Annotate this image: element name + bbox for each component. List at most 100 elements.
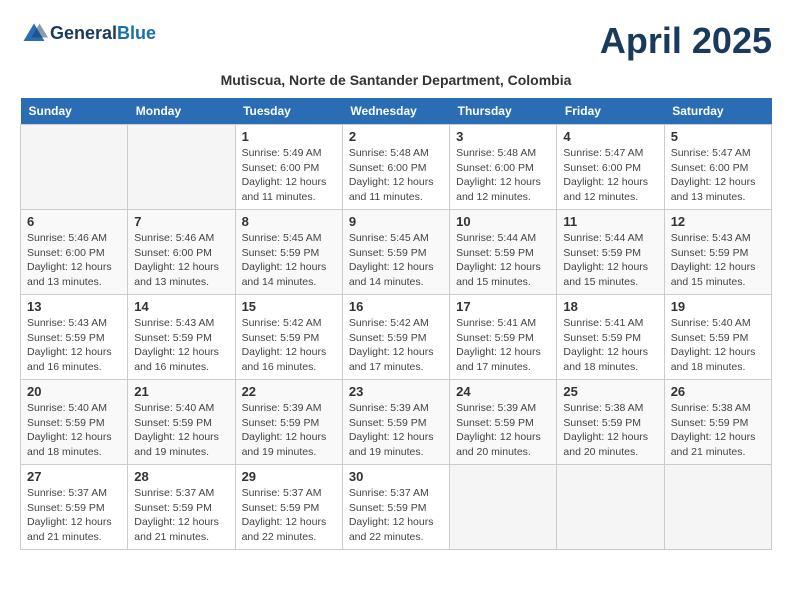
- month-title: April 2025: [600, 20, 772, 62]
- calendar-cell: 2 Sunrise: 5:48 AM Sunset: 6:00 PM Daylig…: [342, 125, 449, 210]
- day-number: 23: [349, 384, 443, 399]
- day-info: Sunrise: 5:48 AM Sunset: 6:00 PM Dayligh…: [456, 146, 550, 205]
- day-info: Sunrise: 5:47 AM Sunset: 6:00 PM Dayligh…: [563, 146, 657, 205]
- day-number: 20: [27, 384, 121, 399]
- day-info: Sunrise: 5:41 AM Sunset: 5:59 PM Dayligh…: [563, 316, 657, 375]
- calendar-cell: 13 Sunrise: 5:43 AM Sunset: 5:59 PM Dayli…: [21, 295, 128, 380]
- calendar-cell: 14 Sunrise: 5:43 AM Sunset: 5:59 PM Dayli…: [128, 295, 235, 380]
- day-header-thursday: Thursday: [450, 98, 557, 125]
- calendar-cell: 3 Sunrise: 5:48 AM Sunset: 6:00 PM Daylig…: [450, 125, 557, 210]
- calendar-cell: 20 Sunrise: 5:40 AM Sunset: 5:59 PM Dayli…: [21, 380, 128, 465]
- day-info: Sunrise: 5:46 AM Sunset: 6:00 PM Dayligh…: [27, 231, 121, 290]
- calendar-cell: 28 Sunrise: 5:37 AM Sunset: 5:59 PM Dayli…: [128, 465, 235, 550]
- day-header-monday: Monday: [128, 98, 235, 125]
- day-number: 22: [242, 384, 336, 399]
- day-info: Sunrise: 5:40 AM Sunset: 5:59 PM Dayligh…: [671, 316, 765, 375]
- day-number: 27: [27, 469, 121, 484]
- day-number: 11: [563, 214, 657, 229]
- calendar-cell: [557, 465, 664, 550]
- calendar-cell: [21, 125, 128, 210]
- calendar-cell: 16Sunrise: 5:42 AM Sunset: 5:59 PM Dayli…: [342, 295, 449, 380]
- calendar-cell: 11 Sunrise: 5:44 AM Sunset: 5:59 PM Dayli…: [557, 210, 664, 295]
- day-number: 14: [134, 299, 228, 314]
- day-info: Sunrise: 5:37 AM Sunset: 5:59 PM Dayligh…: [134, 486, 228, 545]
- day-number: 7: [134, 214, 228, 229]
- header: GeneralBlue April 2025: [20, 20, 772, 62]
- day-number: 28: [134, 469, 228, 484]
- day-number: 10: [456, 214, 550, 229]
- day-number: 12: [671, 214, 765, 229]
- day-info: Sunrise: 5:47 AM Sunset: 6:00 PM Dayligh…: [671, 146, 765, 205]
- calendar-cell: 8 Sunrise: 5:45 AM Sunset: 5:59 PM Daylig…: [235, 210, 342, 295]
- day-info: Sunrise: 5:39 AM Sunset: 5:59 PM Dayligh…: [242, 401, 336, 460]
- day-number: 26: [671, 384, 765, 399]
- day-number: 9: [349, 214, 443, 229]
- day-number: 1: [242, 129, 336, 144]
- day-number: 17: [456, 299, 550, 314]
- day-info: Sunrise: 5:45 AM Sunset: 5:59 PM Dayligh…: [349, 231, 443, 290]
- day-header-row: SundayMondayTuesdayWednesdayThursdayFrid…: [21, 98, 772, 125]
- day-info: Sunrise: 5:39 AM Sunset: 5:59 PM Dayligh…: [456, 401, 550, 460]
- day-info: Sunrise: 5:39 AM Sunset: 5:59 PM Dayligh…: [349, 401, 443, 460]
- week-row-4: 20 Sunrise: 5:40 AM Sunset: 5:59 PM Dayli…: [21, 380, 772, 465]
- calendar-cell: 15 Sunrise: 5:42 AM Sunset: 5:59 PM Dayli…: [235, 295, 342, 380]
- calendar-cell: 7 Sunrise: 5:46 AM Sunset: 6:00 PM Daylig…: [128, 210, 235, 295]
- day-number: 2: [349, 129, 443, 144]
- day-info: Sunrise: 5:42 AM Sunset: 5:59 PM Dayligh…: [242, 316, 336, 375]
- calendar-cell: 18 Sunrise: 5:41 AM Sunset: 5:59 PM Dayli…: [557, 295, 664, 380]
- day-number: 25: [563, 384, 657, 399]
- day-info: Sunrise: 5:45 AM Sunset: 5:59 PM Dayligh…: [242, 231, 336, 290]
- calendar-cell: 30Sunrise: 5:37 AM Sunset: 5:59 PM Dayli…: [342, 465, 449, 550]
- day-info: Sunrise: 5:43 AM Sunset: 5:59 PM Dayligh…: [671, 231, 765, 290]
- calendar-table: SundayMondayTuesdayWednesdayThursdayFrid…: [20, 98, 772, 550]
- logo-line1: GeneralBlue: [50, 23, 156, 45]
- day-info: Sunrise: 5:46 AM Sunset: 6:00 PM Dayligh…: [134, 231, 228, 290]
- day-header-friday: Friday: [557, 98, 664, 125]
- day-number: 8: [242, 214, 336, 229]
- day-info: Sunrise: 5:43 AM Sunset: 5:59 PM Dayligh…: [27, 316, 121, 375]
- calendar-cell: [664, 465, 771, 550]
- day-number: 6: [27, 214, 121, 229]
- day-number: 21: [134, 384, 228, 399]
- calendar-cell: 23 Sunrise: 5:39 AM Sunset: 5:59 PM Dayli…: [342, 380, 449, 465]
- calendar-cell: [450, 465, 557, 550]
- calendar-cell: 9 Sunrise: 5:45 AM Sunset: 5:59 PM Daylig…: [342, 210, 449, 295]
- day-info: Sunrise: 5:48 AM Sunset: 6:00 PM Dayligh…: [349, 146, 443, 205]
- day-info: Sunrise: 5:38 AM Sunset: 5:59 PM Dayligh…: [563, 401, 657, 460]
- week-row-1: 1Sunrise: 5:49 AM Sunset: 6:00 PM Daylig…: [21, 125, 772, 210]
- week-row-3: 13 Sunrise: 5:43 AM Sunset: 5:59 PM Dayli…: [21, 295, 772, 380]
- day-info: Sunrise: 5:44 AM Sunset: 5:59 PM Dayligh…: [456, 231, 550, 290]
- day-number: 29: [242, 469, 336, 484]
- day-number: 24: [456, 384, 550, 399]
- subtitle: Mutiscua, Norte de Santander Department,…: [20, 72, 772, 88]
- day-info: Sunrise: 5:41 AM Sunset: 5:59 PM Dayligh…: [456, 316, 550, 375]
- calendar-cell: 1Sunrise: 5:49 AM Sunset: 6:00 PM Daylig…: [235, 125, 342, 210]
- week-row-2: 6 Sunrise: 5:46 AM Sunset: 6:00 PM Daylig…: [21, 210, 772, 295]
- day-number: 15: [242, 299, 336, 314]
- day-number: 16: [349, 299, 443, 314]
- day-info: Sunrise: 5:40 AM Sunset: 5:59 PM Dayligh…: [27, 401, 121, 460]
- day-number: 4: [563, 129, 657, 144]
- day-header-tuesday: Tuesday: [235, 98, 342, 125]
- day-number: 3: [456, 129, 550, 144]
- calendar-cell: 12 Sunrise: 5:43 AM Sunset: 5:59 PM Dayli…: [664, 210, 771, 295]
- logo-line2: Blue: [117, 23, 156, 43]
- logo: GeneralBlue: [20, 20, 156, 48]
- day-header-saturday: Saturday: [664, 98, 771, 125]
- day-number: 18: [563, 299, 657, 314]
- day-info: Sunrise: 5:44 AM Sunset: 5:59 PM Dayligh…: [563, 231, 657, 290]
- calendar-cell: 25 Sunrise: 5:38 AM Sunset: 5:59 PM Dayli…: [557, 380, 664, 465]
- logo-icon: [20, 20, 48, 48]
- day-number: 13: [27, 299, 121, 314]
- calendar-cell: 6 Sunrise: 5:46 AM Sunset: 6:00 PM Daylig…: [21, 210, 128, 295]
- calendar-cell: 29Sunrise: 5:37 AM Sunset: 5:59 PM Dayli…: [235, 465, 342, 550]
- calendar-cell: 21Sunrise: 5:40 AM Sunset: 5:59 PM Dayli…: [128, 380, 235, 465]
- calendar-cell: 24 Sunrise: 5:39 AM Sunset: 5:59 PM Dayli…: [450, 380, 557, 465]
- calendar-cell: 5Sunrise: 5:47 AM Sunset: 6:00 PM Daylig…: [664, 125, 771, 210]
- calendar-cell: 19Sunrise: 5:40 AM Sunset: 5:59 PM Dayli…: [664, 295, 771, 380]
- day-info: Sunrise: 5:37 AM Sunset: 5:59 PM Dayligh…: [27, 486, 121, 545]
- calendar-cell: 26 Sunrise: 5:38 AM Sunset: 5:59 PM Dayli…: [664, 380, 771, 465]
- day-info: Sunrise: 5:38 AM Sunset: 5:59 PM Dayligh…: [671, 401, 765, 460]
- calendar-cell: 4 Sunrise: 5:47 AM Sunset: 6:00 PM Daylig…: [557, 125, 664, 210]
- day-info: Sunrise: 5:43 AM Sunset: 5:59 PM Dayligh…: [134, 316, 228, 375]
